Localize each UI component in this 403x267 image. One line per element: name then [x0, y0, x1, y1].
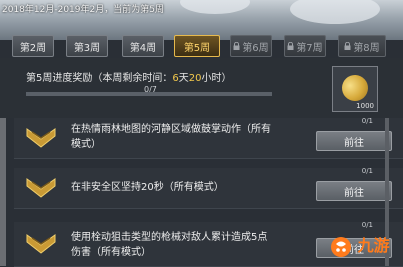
week-tabs: 第2周 第3周 第4周 第5周 第6周 第7周 第8周 — [12, 35, 398, 59]
tab-week-7[interactable]: 第7周 — [284, 35, 326, 57]
tab-label: 第7周 — [296, 42, 323, 54]
tab-label: 第8周 — [353, 42, 380, 54]
hours-unit: 小时） — [201, 73, 232, 84]
task-description: 使用栓动狙击类型的枪械对敌人累计造成5点伤害（所有模式） — [71, 232, 268, 258]
tab-label: 第3周 — [73, 42, 101, 54]
tab-label: 第2周 — [19, 42, 47, 54]
chevron-rank-icon — [26, 234, 56, 254]
tab-week-2[interactable]: 第2周 — [12, 35, 54, 57]
go-button[interactable]: 前往 — [316, 131, 392, 151]
tab-label: 第4周 — [129, 42, 157, 54]
tab-label: 第5周 — [183, 42, 211, 54]
chevron-rank-icon — [26, 178, 56, 198]
days-unit: 天 — [178, 73, 189, 84]
lock-icon — [233, 42, 240, 50]
task-row: 0/1 在热情雨林地图的河静区域做鼓掌动作（所有模式） 前往 — [14, 117, 403, 159]
watermark-logo-icon — [331, 236, 351, 257]
site-watermark: 九游 — [330, 232, 400, 262]
progress-bar — [26, 92, 272, 96]
reward-title: 第5周进度奖励（本周剩余时间：6天20小时） — [26, 69, 231, 84]
watermark-text: 九游 — [357, 236, 390, 255]
season-info: 2018年12月-2019年2月，当前为第5周 — [2, 5, 164, 15]
tab-week-8[interactable]: 第8周 — [338, 35, 386, 57]
task-progress: 0/1 — [361, 167, 373, 175]
coin-amount: 1000 — [356, 102, 374, 110]
task-progress: 0/1 — [361, 117, 373, 125]
scene-background: 2018年12月-2019年2月，当前为第5周 — [0, 0, 403, 40]
reward-coin-slot[interactable]: 1000 — [332, 66, 378, 112]
coin-icon — [338, 71, 372, 105]
reward-title-prefix: 第5周进度奖励（本周剩余时间： — [26, 73, 173, 84]
tab-week-6[interactable]: 第6周 — [230, 35, 272, 57]
tab-week-5[interactable]: 第5周 — [174, 35, 220, 57]
task-progress: 0/1 — [361, 221, 373, 229]
tab-week-3[interactable]: 第3周 — [66, 35, 108, 57]
remaining-hours: 20 — [188, 73, 202, 84]
task-description: 在热情雨林地图的河静区域做鼓掌动作（所有模式） — [71, 124, 271, 150]
task-row: 0/1 在非安全区坚持20秒（所有模式） 前往 — [14, 167, 403, 209]
task-description: 在非安全区坚持20秒（所有模式） — [71, 182, 224, 193]
tab-label: 第6周 — [242, 42, 269, 54]
chevron-rank-icon — [26, 128, 56, 148]
lock-icon — [287, 42, 294, 50]
go-button[interactable]: 前往 — [316, 181, 392, 201]
lock-icon — [344, 42, 351, 50]
tab-week-4[interactable]: 第4周 — [122, 35, 164, 57]
